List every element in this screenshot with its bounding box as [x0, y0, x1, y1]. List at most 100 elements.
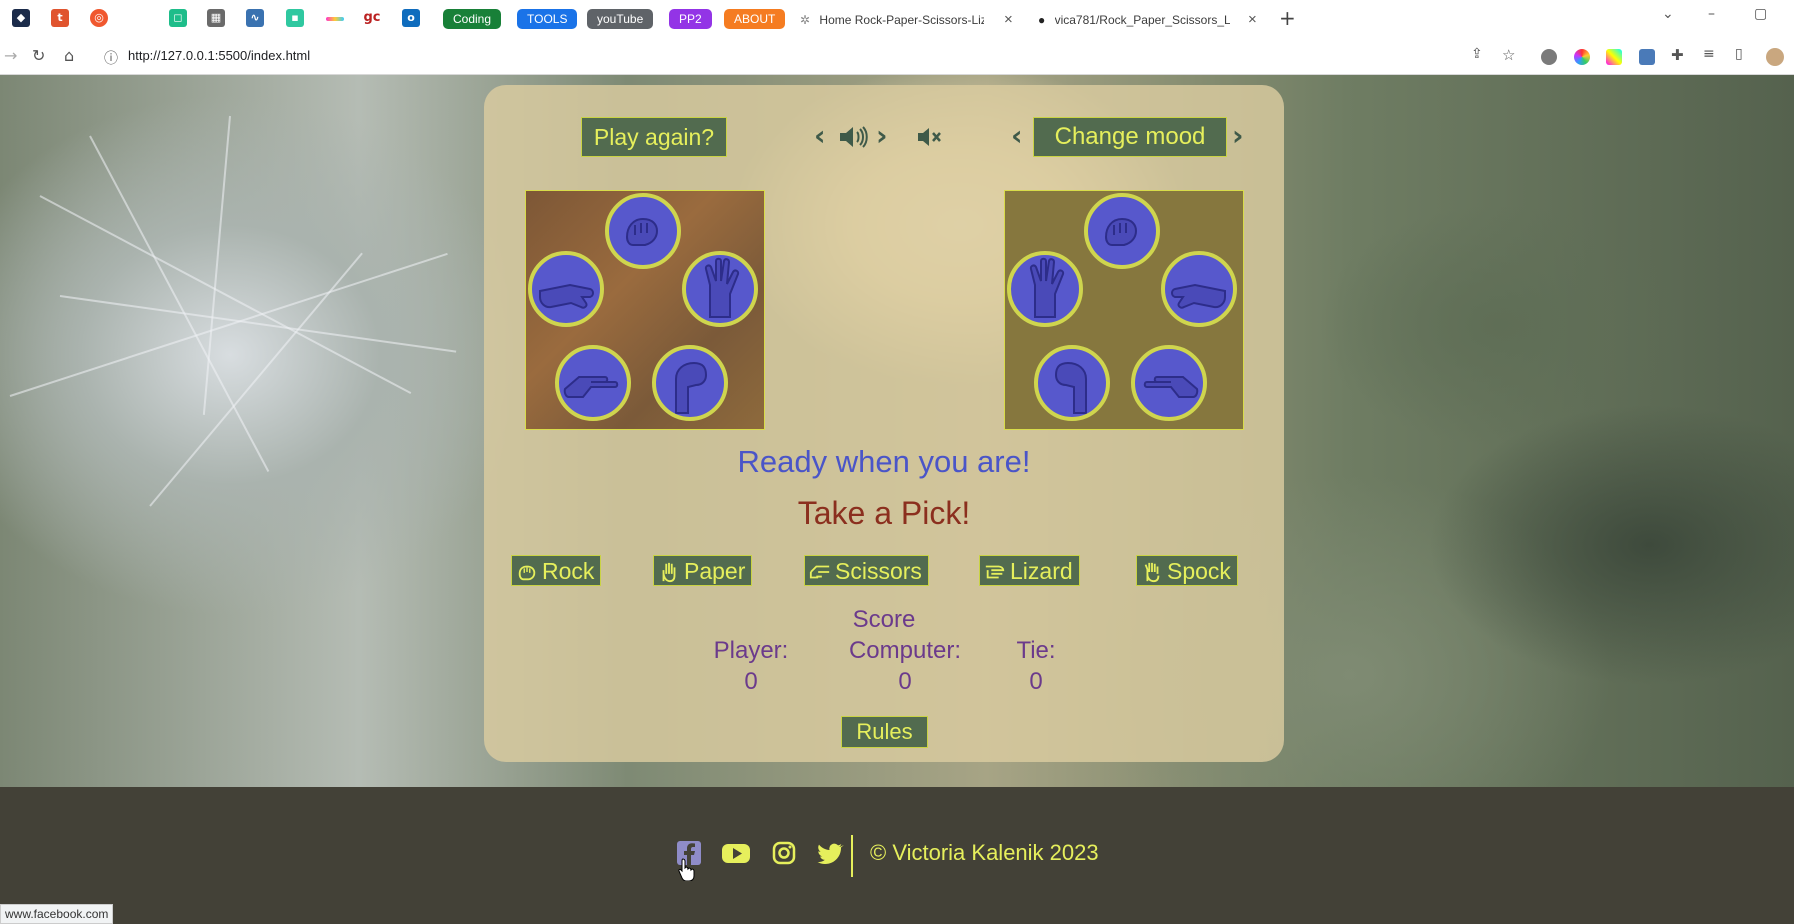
rock-label: Rock	[542, 558, 595, 584]
bookmark-coding[interactable]: Coding	[443, 9, 502, 29]
ext-icon-3[interactable]: ◎	[90, 9, 108, 27]
background-strand	[9, 252, 448, 397]
grid-icon[interactable]: ▦	[207, 9, 225, 27]
rock-hand-icon	[1084, 193, 1160, 269]
sound-prev-icon[interactable]: ‹	[814, 119, 826, 152]
browser-tab-bar: ◆ t ◎ ◻ ▦ ∿ ▪ gc o Coding TOOLS youTube …	[0, 0, 1794, 41]
footer-divider	[851, 835, 853, 877]
mood-next-icon[interactable]: ›	[1232, 119, 1244, 152]
paper-button[interactable]: Paper	[653, 555, 753, 586]
pick-message: Take a Pick!	[797, 495, 971, 531]
ext-icon-6[interactable]	[326, 17, 344, 21]
spock-label: Spock	[1167, 558, 1231, 584]
spock-icon	[1144, 562, 1160, 583]
lizard-hand-icon[interactable]	[652, 345, 728, 421]
outlook-icon[interactable]: o	[402, 9, 420, 27]
background-strand	[202, 115, 231, 415]
bookmark-tools[interactable]: TOOLS	[517, 9, 578, 29]
background-strand	[59, 295, 457, 353]
scissors-button[interactable]: Scissors	[804, 555, 929, 586]
youtube-icon[interactable]	[721, 840, 750, 866]
tab-favicon-icon: ✲	[800, 13, 811, 27]
twitter-icon[interactable]	[816, 840, 844, 866]
maximize-icon[interactable]: ▢	[1754, 6, 1767, 22]
avatar[interactable]	[1766, 48, 1784, 66]
paper-icon	[662, 562, 676, 583]
spock-button[interactable]: Spock	[1136, 555, 1238, 586]
github-icon: ●	[1038, 13, 1046, 27]
scissors-label: Scissors	[835, 558, 922, 584]
ext-icon-2[interactable]: t	[51, 9, 69, 27]
lizard-hand-icon	[1034, 345, 1110, 421]
computer-score-value: 0	[898, 668, 912, 695]
tie-score-value: 0	[1029, 668, 1043, 695]
scissors-icon	[809, 565, 830, 579]
scissors-hand-icon	[1131, 345, 1207, 421]
rock-button[interactable]: Rock	[511, 555, 602, 586]
sidepanel-icon[interactable]: ▯	[1735, 46, 1743, 62]
change-mood-button[interactable]: Change mood	[1033, 117, 1227, 157]
ext-icon-1[interactable]: ◆	[12, 9, 30, 27]
instagram-icon[interactable]	[771, 840, 799, 866]
close-tab-icon[interactable]: ×	[1004, 7, 1013, 33]
spock-hand-icon	[1007, 251, 1083, 327]
tab-github[interactable]: ● vica781/Rock_Paper_Scissors_Liza ×	[1038, 7, 1260, 33]
share-icon[interactable]: ⇪	[1471, 46, 1483, 62]
ext-pen-icon[interactable]	[1639, 49, 1655, 65]
media-icon[interactable]: ≡	[1703, 46, 1715, 62]
paper-hand-icon	[1161, 251, 1237, 327]
background-strand	[39, 195, 412, 395]
background-strand	[149, 252, 363, 507]
mute-icon[interactable]	[917, 126, 943, 148]
gc-icon[interactable]: gc	[363, 9, 381, 27]
player-score-value: 0	[744, 668, 758, 695]
python-icon[interactable]: ∿	[246, 9, 264, 27]
address-bar: → ↻ ⌂ ⓘ http://127.0.0.1:5500/index.html…	[0, 40, 1794, 75]
paper-hand-icon[interactable]	[528, 251, 604, 327]
volume-icon[interactable]	[838, 124, 870, 150]
bookmark-pp2[interactable]: PP2	[669, 9, 712, 29]
close-tab-icon[interactable]: ×	[1248, 7, 1257, 33]
new-tab-icon[interactable]: +	[1279, 6, 1296, 30]
tab-title: Home Rock-Paper-Scissors-Lizar	[819, 13, 985, 27]
hand-cursor-icon	[678, 857, 696, 882]
home-icon[interactable]: ⌂	[64, 46, 74, 65]
sound-next-icon[interactable]: ›	[876, 119, 888, 152]
bookmark-about[interactable]: ABOUT	[724, 9, 786, 29]
score-title: Score	[852, 606, 916, 633]
rules-button[interactable]: Rules	[841, 716, 928, 748]
lizard-label: Lizard	[1010, 558, 1073, 584]
scissors-hand-icon[interactable]	[555, 345, 631, 421]
forward-icon[interactable]: →	[4, 46, 17, 65]
minimize-icon[interactable]: –	[1708, 6, 1715, 22]
chevron-down-icon[interactable]: ⌄	[1662, 6, 1674, 22]
paper-label: Paper	[684, 558, 746, 584]
rock-hand-icon[interactable]	[605, 193, 681, 269]
ext-bug-icon[interactable]	[1541, 49, 1557, 65]
info-icon[interactable]: ⓘ	[104, 48, 118, 68]
ext-color-icon[interactable]	[1574, 49, 1590, 65]
status-url: www.facebook.com	[0, 904, 114, 924]
lizard-icon	[985, 565, 1005, 579]
mood-prev-icon[interactable]: ‹	[1011, 119, 1023, 152]
play-again-button[interactable]: Play again?	[581, 117, 727, 157]
tab-home[interactable]: ✲ Home Rock-Paper-Scissors-Lizar ×	[800, 7, 1015, 33]
player-board	[525, 190, 765, 430]
bookmark-youtube[interactable]: youTube	[587, 9, 654, 29]
ext-icon-4[interactable]: ◻	[169, 9, 187, 27]
ext-palette-icon[interactable]	[1606, 49, 1622, 65]
ext-icon-5[interactable]: ▪	[286, 9, 304, 27]
tie-score-label: Tie:	[1016, 637, 1056, 664]
reload-icon[interactable]: ↻	[32, 46, 45, 65]
star-icon[interactable]: ☆	[1502, 46, 1515, 64]
spock-hand-icon[interactable]	[682, 251, 758, 327]
computer-board	[1004, 190, 1244, 430]
ready-message: Ready when you are!	[737, 444, 1031, 479]
lizard-button[interactable]: Lizard	[979, 555, 1080, 586]
copyright-text: © Victoria Kalenik 2023	[870, 840, 1099, 865]
computer-score-label: Computer:	[848, 637, 962, 664]
extensions-icon[interactable]: ✚	[1671, 46, 1684, 64]
player-score-label: Player:	[713, 637, 789, 664]
url-field[interactable]: http://127.0.0.1:5500/index.html	[128, 48, 310, 63]
tab-title: vica781/Rock_Paper_Scissors_Liza	[1054, 13, 1230, 27]
